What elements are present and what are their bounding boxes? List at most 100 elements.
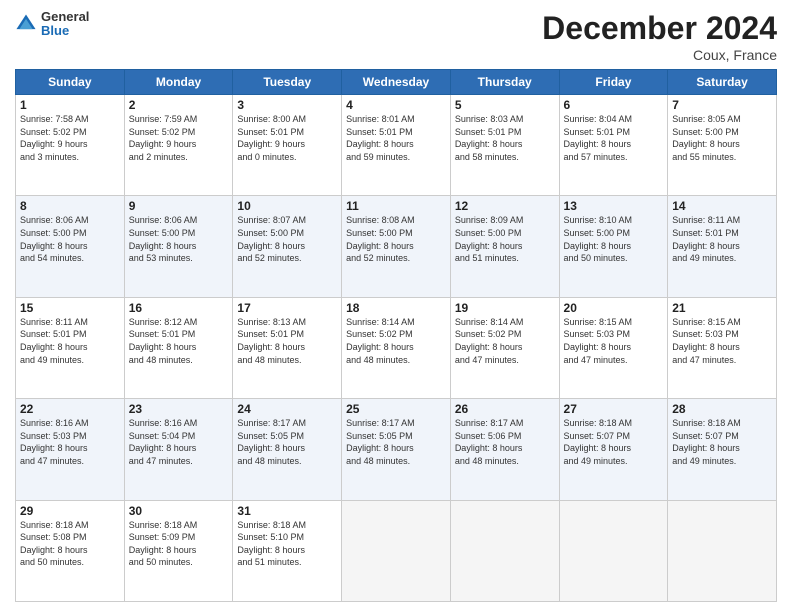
day-info: Sunrise: 8:12 AMSunset: 5:01 PMDaylight:… bbox=[129, 316, 229, 366]
weekday-header: Saturday bbox=[668, 70, 777, 95]
day-number: 2 bbox=[129, 98, 229, 112]
day-number: 28 bbox=[672, 402, 772, 416]
day-info: Sunrise: 8:11 AMSunset: 5:01 PMDaylight:… bbox=[672, 214, 772, 264]
logo-general: General bbox=[41, 10, 89, 24]
calendar-day: 20Sunrise: 8:15 AMSunset: 5:03 PMDayligh… bbox=[559, 297, 668, 398]
day-number: 29 bbox=[20, 504, 120, 518]
page-title: December 2024 bbox=[542, 10, 777, 47]
calendar-day: 3Sunrise: 8:00 AMSunset: 5:01 PMDaylight… bbox=[233, 95, 342, 196]
calendar-week-row: 8Sunrise: 8:06 AMSunset: 5:00 PMDaylight… bbox=[16, 196, 777, 297]
day-number: 12 bbox=[455, 199, 555, 213]
calendar-day: 24Sunrise: 8:17 AMSunset: 5:05 PMDayligh… bbox=[233, 399, 342, 500]
calendar-day: 11Sunrise: 8:08 AMSunset: 5:00 PMDayligh… bbox=[342, 196, 451, 297]
calendar-day bbox=[559, 500, 668, 601]
day-info: Sunrise: 8:18 AMSunset: 5:07 PMDaylight:… bbox=[564, 417, 664, 467]
day-number: 30 bbox=[129, 504, 229, 518]
day-info: Sunrise: 8:11 AMSunset: 5:01 PMDaylight:… bbox=[20, 316, 120, 366]
calendar-day: 19Sunrise: 8:14 AMSunset: 5:02 PMDayligh… bbox=[450, 297, 559, 398]
day-info: Sunrise: 8:06 AMSunset: 5:00 PMDaylight:… bbox=[20, 214, 120, 264]
day-info: Sunrise: 8:06 AMSunset: 5:00 PMDaylight:… bbox=[129, 214, 229, 264]
calendar-day bbox=[342, 500, 451, 601]
page-subtitle: Coux, France bbox=[542, 47, 777, 63]
day-number: 1 bbox=[20, 98, 120, 112]
calendar-day: 29Sunrise: 8:18 AMSunset: 5:08 PMDayligh… bbox=[16, 500, 125, 601]
day-number: 26 bbox=[455, 402, 555, 416]
day-number: 20 bbox=[564, 301, 664, 315]
calendar-day: 10Sunrise: 8:07 AMSunset: 5:00 PMDayligh… bbox=[233, 196, 342, 297]
calendar-day: 2Sunrise: 7:59 AMSunset: 5:02 PMDaylight… bbox=[124, 95, 233, 196]
logo: General Blue bbox=[15, 10, 89, 39]
calendar-day: 6Sunrise: 8:04 AMSunset: 5:01 PMDaylight… bbox=[559, 95, 668, 196]
day-number: 9 bbox=[129, 199, 229, 213]
day-info: Sunrise: 8:00 AMSunset: 5:01 PMDaylight:… bbox=[237, 113, 337, 163]
day-number: 15 bbox=[20, 301, 120, 315]
calendar-day: 21Sunrise: 8:15 AMSunset: 5:03 PMDayligh… bbox=[668, 297, 777, 398]
day-number: 16 bbox=[129, 301, 229, 315]
title-area: December 2024 Coux, France bbox=[542, 10, 777, 63]
day-info: Sunrise: 8:05 AMSunset: 5:00 PMDaylight:… bbox=[672, 113, 772, 163]
calendar-day: 22Sunrise: 8:16 AMSunset: 5:03 PMDayligh… bbox=[16, 399, 125, 500]
day-info: Sunrise: 8:04 AMSunset: 5:01 PMDaylight:… bbox=[564, 113, 664, 163]
day-info: Sunrise: 8:08 AMSunset: 5:00 PMDaylight:… bbox=[346, 214, 446, 264]
day-info: Sunrise: 7:59 AMSunset: 5:02 PMDaylight:… bbox=[129, 113, 229, 163]
day-number: 6 bbox=[564, 98, 664, 112]
day-number: 24 bbox=[237, 402, 337, 416]
day-number: 8 bbox=[20, 199, 120, 213]
day-info: Sunrise: 8:16 AMSunset: 5:03 PMDaylight:… bbox=[20, 417, 120, 467]
day-number: 18 bbox=[346, 301, 446, 315]
day-number: 7 bbox=[672, 98, 772, 112]
calendar-week-row: 1Sunrise: 7:58 AMSunset: 5:02 PMDaylight… bbox=[16, 95, 777, 196]
calendar-day: 16Sunrise: 8:12 AMSunset: 5:01 PMDayligh… bbox=[124, 297, 233, 398]
day-info: Sunrise: 8:10 AMSunset: 5:00 PMDaylight:… bbox=[564, 214, 664, 264]
day-info: Sunrise: 8:13 AMSunset: 5:01 PMDaylight:… bbox=[237, 316, 337, 366]
day-number: 31 bbox=[237, 504, 337, 518]
day-info: Sunrise: 8:01 AMSunset: 5:01 PMDaylight:… bbox=[346, 113, 446, 163]
calendar-day bbox=[450, 500, 559, 601]
logo-icon bbox=[15, 13, 37, 35]
weekday-header: Thursday bbox=[450, 70, 559, 95]
calendar-day: 28Sunrise: 8:18 AMSunset: 5:07 PMDayligh… bbox=[668, 399, 777, 500]
day-number: 27 bbox=[564, 402, 664, 416]
calendar-day: 1Sunrise: 7:58 AMSunset: 5:02 PMDaylight… bbox=[16, 95, 125, 196]
calendar-day: 13Sunrise: 8:10 AMSunset: 5:00 PMDayligh… bbox=[559, 196, 668, 297]
calendar-week-row: 22Sunrise: 8:16 AMSunset: 5:03 PMDayligh… bbox=[16, 399, 777, 500]
calendar-day: 4Sunrise: 8:01 AMSunset: 5:01 PMDaylight… bbox=[342, 95, 451, 196]
day-number: 14 bbox=[672, 199, 772, 213]
calendar-day: 18Sunrise: 8:14 AMSunset: 5:02 PMDayligh… bbox=[342, 297, 451, 398]
calendar-day: 7Sunrise: 8:05 AMSunset: 5:00 PMDaylight… bbox=[668, 95, 777, 196]
header: General Blue December 2024 Coux, France bbox=[15, 10, 777, 63]
day-number: 3 bbox=[237, 98, 337, 112]
day-number: 4 bbox=[346, 98, 446, 112]
day-number: 10 bbox=[237, 199, 337, 213]
weekday-header: Monday bbox=[124, 70, 233, 95]
calendar-day: 5Sunrise: 8:03 AMSunset: 5:01 PMDaylight… bbox=[450, 95, 559, 196]
day-number: 22 bbox=[20, 402, 120, 416]
page: General Blue December 2024 Coux, France … bbox=[0, 0, 792, 612]
day-info: Sunrise: 8:18 AMSunset: 5:09 PMDaylight:… bbox=[129, 519, 229, 569]
logo-text: General Blue bbox=[41, 10, 89, 39]
calendar-week-row: 15Sunrise: 8:11 AMSunset: 5:01 PMDayligh… bbox=[16, 297, 777, 398]
day-info: Sunrise: 8:07 AMSunset: 5:00 PMDaylight:… bbox=[237, 214, 337, 264]
logo-blue: Blue bbox=[41, 24, 89, 38]
day-info: Sunrise: 8:16 AMSunset: 5:04 PMDaylight:… bbox=[129, 417, 229, 467]
calendar-day: 23Sunrise: 8:16 AMSunset: 5:04 PMDayligh… bbox=[124, 399, 233, 500]
calendar-day: 25Sunrise: 8:17 AMSunset: 5:05 PMDayligh… bbox=[342, 399, 451, 500]
day-number: 17 bbox=[237, 301, 337, 315]
calendar-day: 14Sunrise: 8:11 AMSunset: 5:01 PMDayligh… bbox=[668, 196, 777, 297]
calendar-day: 17Sunrise: 8:13 AMSunset: 5:01 PMDayligh… bbox=[233, 297, 342, 398]
calendar-day bbox=[668, 500, 777, 601]
day-number: 19 bbox=[455, 301, 555, 315]
weekday-header: Friday bbox=[559, 70, 668, 95]
day-info: Sunrise: 8:18 AMSunset: 5:08 PMDaylight:… bbox=[20, 519, 120, 569]
day-info: Sunrise: 7:58 AMSunset: 5:02 PMDaylight:… bbox=[20, 113, 120, 163]
day-number: 25 bbox=[346, 402, 446, 416]
day-number: 11 bbox=[346, 199, 446, 213]
day-info: Sunrise: 8:14 AMSunset: 5:02 PMDaylight:… bbox=[455, 316, 555, 366]
calendar-day: 8Sunrise: 8:06 AMSunset: 5:00 PMDaylight… bbox=[16, 196, 125, 297]
day-info: Sunrise: 8:17 AMSunset: 5:06 PMDaylight:… bbox=[455, 417, 555, 467]
day-info: Sunrise: 8:14 AMSunset: 5:02 PMDaylight:… bbox=[346, 316, 446, 366]
calendar-week-row: 29Sunrise: 8:18 AMSunset: 5:08 PMDayligh… bbox=[16, 500, 777, 601]
day-info: Sunrise: 8:15 AMSunset: 5:03 PMDaylight:… bbox=[672, 316, 772, 366]
calendar-header-row: SundayMondayTuesdayWednesdayThursdayFrid… bbox=[16, 70, 777, 95]
weekday-header: Wednesday bbox=[342, 70, 451, 95]
